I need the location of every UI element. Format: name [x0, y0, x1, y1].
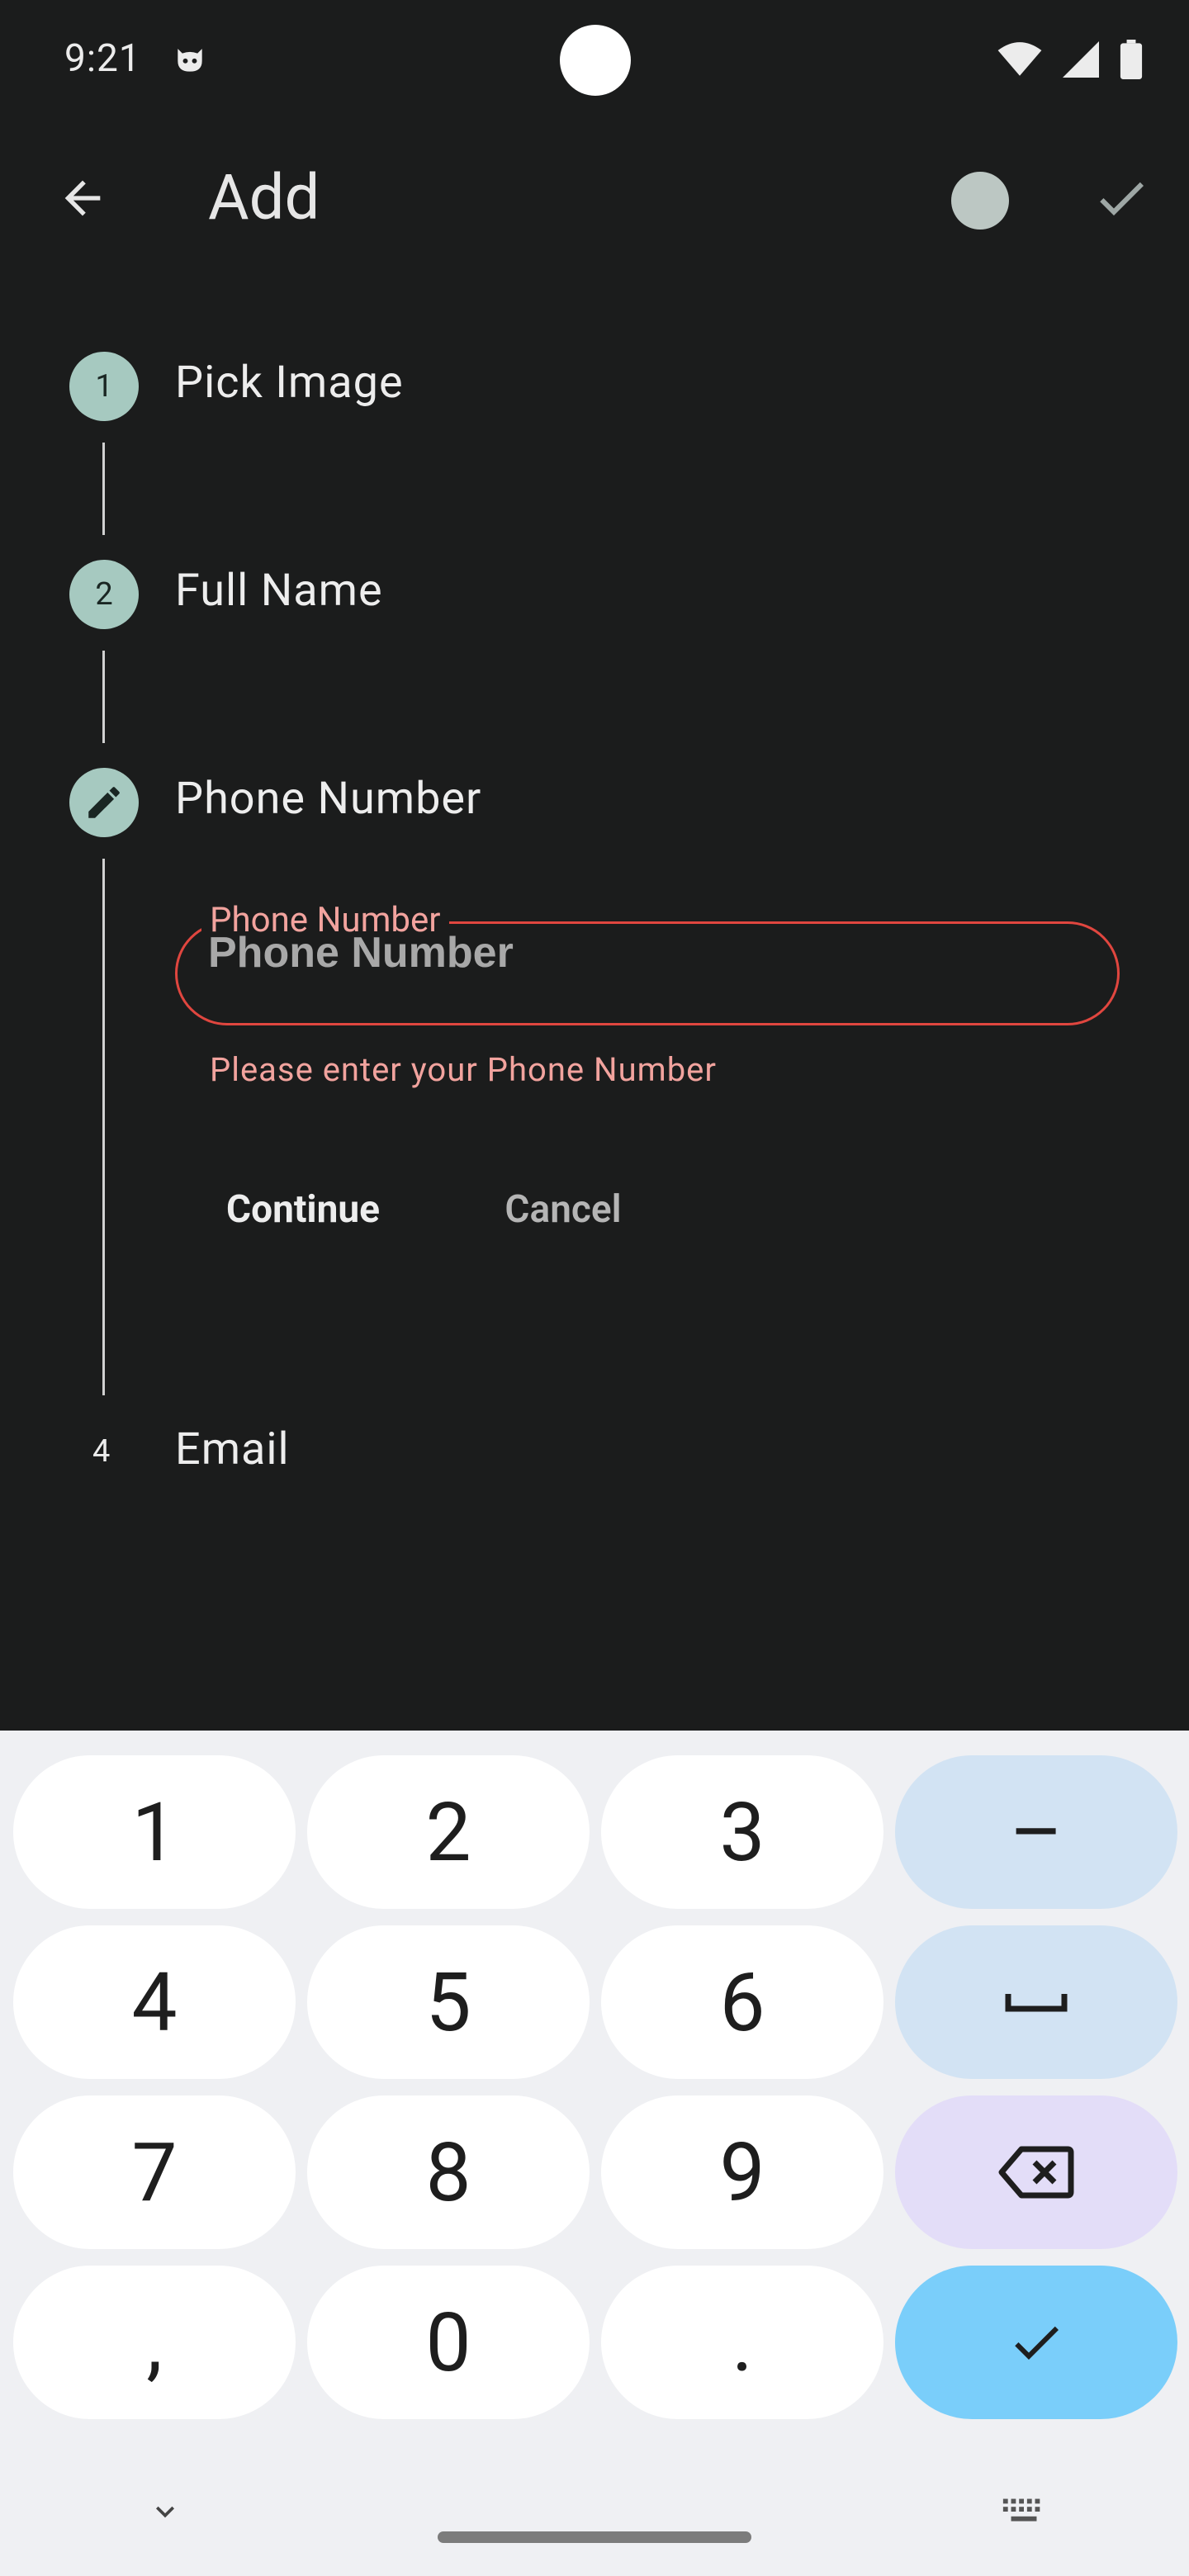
- key-dash[interactable]: –: [895, 1755, 1177, 1909]
- step-1-indicator[interactable]: 1: [69, 352, 139, 421]
- step-connector: [102, 859, 105, 1395]
- key-9[interactable]: 9: [601, 2095, 883, 2249]
- step-4-title[interactable]: Email: [175, 1423, 290, 1475]
- key-done[interactable]: [895, 2266, 1177, 2419]
- step-2-indicator[interactable]: 2: [69, 560, 139, 629]
- step-3-indicator[interactable]: [69, 768, 139, 837]
- step-connector: [102, 651, 105, 743]
- notification-cat-icon: [178, 49, 202, 72]
- step-1-number: 1: [95, 368, 113, 405]
- key-5[interactable]: 5: [307, 1925, 590, 2079]
- keyboard-switch-button[interactable]: [999, 2487, 1049, 2536]
- camera-cutout: [560, 25, 631, 96]
- cell-signal-icon: [1063, 41, 1099, 78]
- key-7[interactable]: 7: [13, 2095, 296, 2249]
- back-button[interactable]: [46, 162, 119, 234]
- step-1-title[interactable]: Pick Image: [175, 357, 404, 409]
- keyboard-icon: [1002, 2498, 1040, 2522]
- phone-number-input[interactable]: [208, 926, 1083, 979]
- key-1[interactable]: 1: [13, 1755, 296, 1909]
- key-0[interactable]: 0: [307, 2266, 590, 2419]
- step-connector: [102, 443, 105, 535]
- key-space[interactable]: [895, 1925, 1177, 2079]
- status-time: 9:21: [64, 36, 141, 81]
- key-6[interactable]: 6: [601, 1925, 883, 2079]
- step-4-number[interactable]: 4: [92, 1433, 110, 1470]
- status-bar: 9:21: [0, 0, 1189, 124]
- numeric-keyboard: 1 2 3 – 4 5 6 7 8 9 , 0 .: [0, 1731, 1189, 2576]
- cancel-button[interactable]: Cancel: [482, 1172, 644, 1247]
- page-title: Add: [208, 160, 320, 234]
- key-4[interactable]: 4: [13, 1925, 296, 2079]
- key-backspace[interactable]: [895, 2095, 1177, 2249]
- app-bar: Add: [0, 132, 1189, 271]
- avatar-button[interactable]: [951, 172, 1009, 230]
- wifi-icon: [997, 42, 1042, 76]
- space-icon: [1005, 1994, 1068, 2012]
- continue-button[interactable]: Continue: [206, 1172, 400, 1247]
- hide-keyboard-button[interactable]: [140, 2487, 190, 2536]
- key-2[interactable]: 2: [307, 1755, 590, 1909]
- key-8[interactable]: 8: [307, 2095, 590, 2249]
- arrow-back-icon: [64, 180, 101, 216]
- battery-icon: [1120, 40, 1143, 79]
- step-2-number: 2: [95, 576, 113, 613]
- save-button[interactable]: [1088, 165, 1154, 231]
- home-indicator[interactable]: [438, 2531, 751, 2543]
- check-icon: [1100, 182, 1144, 215]
- chevron-down-icon: [156, 2506, 174, 2518]
- backspace-icon: [998, 2146, 1074, 2199]
- step-3-title[interactable]: Phone Number: [175, 773, 481, 825]
- edit-pencil-icon: [88, 787, 120, 818]
- step-2-title[interactable]: Full Name: [175, 565, 383, 617]
- status-icons: [997, 40, 1143, 79]
- done-check-icon: [1015, 2326, 1059, 2360]
- key-3[interactable]: 3: [601, 1755, 883, 1909]
- phone-number-error: Please enter your Phone Number: [210, 1050, 717, 1089]
- key-comma[interactable]: ,: [13, 2266, 296, 2419]
- key-period[interactable]: .: [601, 2266, 883, 2419]
